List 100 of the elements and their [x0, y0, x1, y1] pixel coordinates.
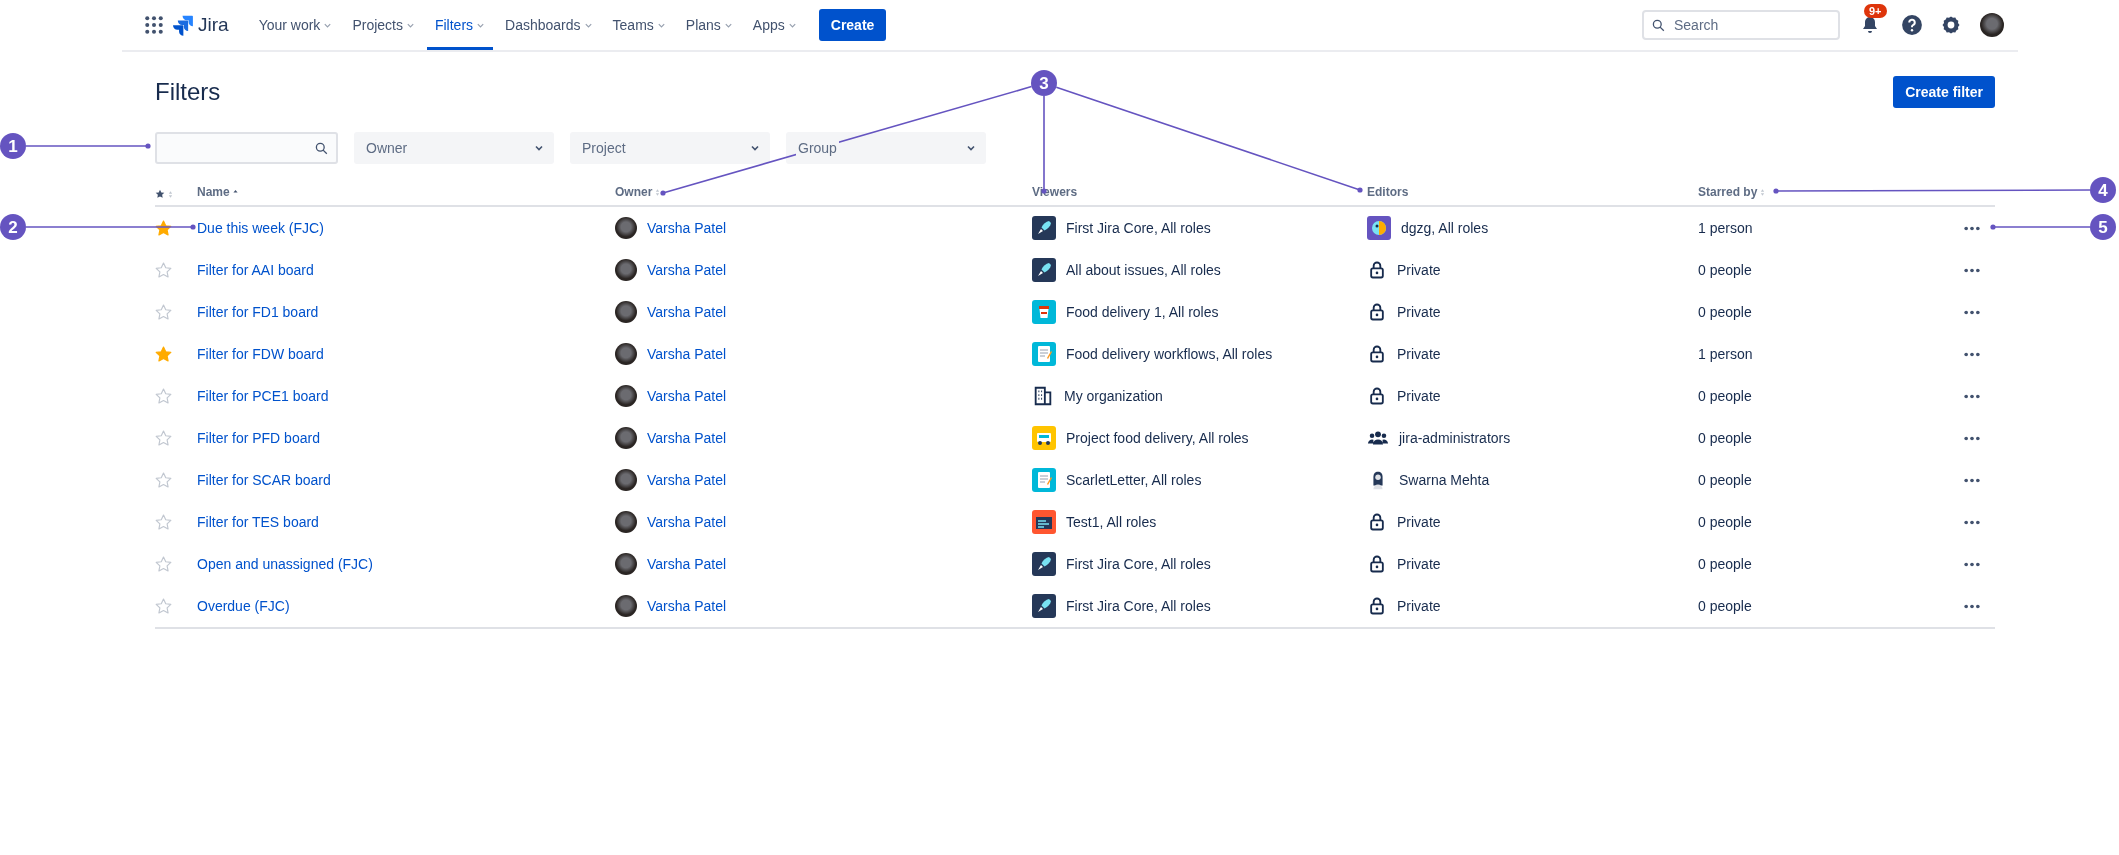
rocket-icon — [1032, 216, 1056, 240]
viewers-text: All about issues, All roles — [1066, 262, 1221, 278]
star-icon[interactable] — [155, 345, 172, 363]
filter-link[interactable]: Overdue (FJC) — [197, 598, 290, 614]
app-grid-icon[interactable] — [145, 16, 163, 34]
star-icon[interactable] — [155, 597, 172, 615]
more-actions-icon[interactable] — [1963, 225, 1981, 231]
more-actions-icon[interactable] — [1963, 393, 1981, 399]
help-icon[interactable] — [1901, 14, 1923, 36]
column-header[interactable]: Viewers — [1032, 185, 1078, 199]
column-header[interactable]: Owner — [615, 185, 653, 199]
search-field[interactable] — [155, 132, 338, 164]
owner-link[interactable]: Varsha Patel — [647, 430, 727, 446]
nav-menu-item[interactable]: Teams — [604, 0, 674, 50]
owner-link[interactable]: Varsha Patel — [647, 388, 727, 404]
star-icon[interactable] — [155, 387, 172, 405]
star-icon[interactable] — [155, 303, 172, 321]
page-title: Filters — [155, 78, 221, 106]
filter-link[interactable]: Filter for PFD board — [197, 430, 320, 446]
avatar-icon — [615, 259, 637, 281]
create-button[interactable]: Create — [818, 9, 887, 41]
starred-by-count: 0 people — [1698, 430, 1752, 446]
nav-menu-item[interactable]: Filters — [426, 0, 494, 50]
lock-icon — [1367, 512, 1387, 532]
callout-number: 3 — [1031, 70, 1057, 96]
avatar-icon — [615, 343, 637, 365]
star-icon[interactable] — [155, 513, 172, 531]
nav-menu-item[interactable]: Your work — [250, 0, 341, 50]
star-icon[interactable] — [155, 429, 172, 447]
nav-menu-item[interactable]: Apps — [744, 0, 805, 50]
owner-link[interactable]: Varsha Patel — [647, 598, 727, 614]
lock-icon — [1367, 554, 1387, 574]
owner-link[interactable]: Varsha Patel — [647, 220, 727, 236]
avatar-icon — [615, 385, 637, 407]
owner-link[interactable]: Varsha Patel — [647, 304, 727, 320]
owner-link[interactable]: Varsha Patel — [647, 346, 727, 362]
nav-menu-item[interactable]: Dashboards — [497, 0, 601, 50]
avatar-icon — [615, 595, 637, 617]
nav-menu-item[interactable]: Plans — [677, 0, 741, 50]
column-header[interactable]: Starred by — [1698, 185, 1758, 199]
editors-text: Private — [1397, 514, 1441, 530]
more-actions-icon[interactable] — [1963, 309, 1981, 315]
lock-icon — [1367, 260, 1387, 280]
starred-by-count: 0 people — [1698, 556, 1752, 572]
star-icon[interactable] — [155, 471, 172, 489]
lock-icon — [1367, 344, 1387, 364]
owner-link[interactable]: Varsha Patel — [647, 514, 727, 530]
viewers-text: Test1, All roles — [1066, 514, 1157, 530]
search-field[interactable]: Search — [1642, 10, 1840, 40]
star-icon[interactable] — [155, 219, 172, 237]
editors-text: Swarna Mehta — [1399, 472, 1490, 488]
more-actions-icon[interactable] — [1963, 435, 1981, 441]
nav-menu-item[interactable]: Projects — [344, 0, 423, 50]
notification-badge: 9+ — [1864, 4, 1887, 18]
dropdown-field[interactable]: Project — [570, 132, 770, 164]
viewers-text: ScarletLetter, All roles — [1066, 472, 1202, 488]
more-actions-icon[interactable] — [1963, 561, 1981, 567]
user-avatar[interactable] — [1980, 13, 2004, 37]
lock-icon — [1367, 596, 1387, 616]
more-actions-icon[interactable] — [1963, 267, 1981, 273]
create-filter-button[interactable]: Create filter — [1893, 76, 1995, 108]
viewers-text: First Jira Core, All roles — [1066, 556, 1211, 572]
more-actions-icon[interactable] — [1963, 519, 1981, 525]
notification-bell-icon[interactable] — [1860, 15, 1880, 35]
editors-text: Private — [1397, 262, 1441, 278]
settings-icon[interactable] — [1941, 15, 1961, 35]
more-actions-icon[interactable] — [1963, 603, 1981, 609]
viewers-text: Food delivery 1, All roles — [1066, 304, 1219, 320]
more-actions-icon[interactable] — [1963, 351, 1981, 357]
filter-link[interactable]: Filter for TES board — [197, 514, 319, 530]
editors-text: dgzg, All roles — [1401, 220, 1489, 236]
star-icon[interactable] — [155, 189, 165, 199]
dropdown-field[interactable]: Group — [786, 132, 986, 164]
owner-link[interactable]: Varsha Patel — [647, 262, 727, 278]
owner-link[interactable]: Varsha Patel — [647, 556, 727, 572]
filter-link[interactable]: Filter for SCAR board — [197, 472, 331, 488]
dropdown-field[interactable]: Owner — [354, 132, 554, 164]
filter-link[interactable]: Due this week (FJC) — [197, 220, 324, 236]
notepad-icon — [1032, 342, 1056, 366]
chevron-down-icon — [750, 143, 760, 153]
column-header[interactable]: Name — [197, 185, 230, 199]
filter-link[interactable]: Filter for FD1 board — [197, 304, 319, 320]
more-actions-icon[interactable] — [1963, 477, 1981, 483]
avatar-icon — [615, 511, 637, 533]
filter-link[interactable]: Filter for AAI board — [197, 262, 314, 278]
column-header[interactable]: Editors — [1367, 185, 1409, 199]
starred-by-count: 0 people — [1698, 514, 1752, 530]
star-icon[interactable] — [155, 555, 172, 573]
editors-text: Private — [1397, 598, 1441, 614]
filter-link[interactable]: Filter for PCE1 board — [197, 388, 329, 404]
owner-link[interactable]: Varsha Patel — [647, 472, 727, 488]
avatar-icon — [615, 427, 637, 449]
product-name[interactable]: Jira — [198, 14, 229, 36]
chevron-down-icon — [534, 143, 544, 153]
starred-by-count: 0 people — [1698, 598, 1752, 614]
filter-link[interactable]: Filter for FDW board — [197, 346, 324, 362]
star-icon[interactable] — [155, 261, 172, 279]
filter-link[interactable]: Open and unassigned (FJC) — [197, 556, 373, 572]
building-icon — [1032, 385, 1054, 407]
logo-icon — [172, 14, 194, 36]
